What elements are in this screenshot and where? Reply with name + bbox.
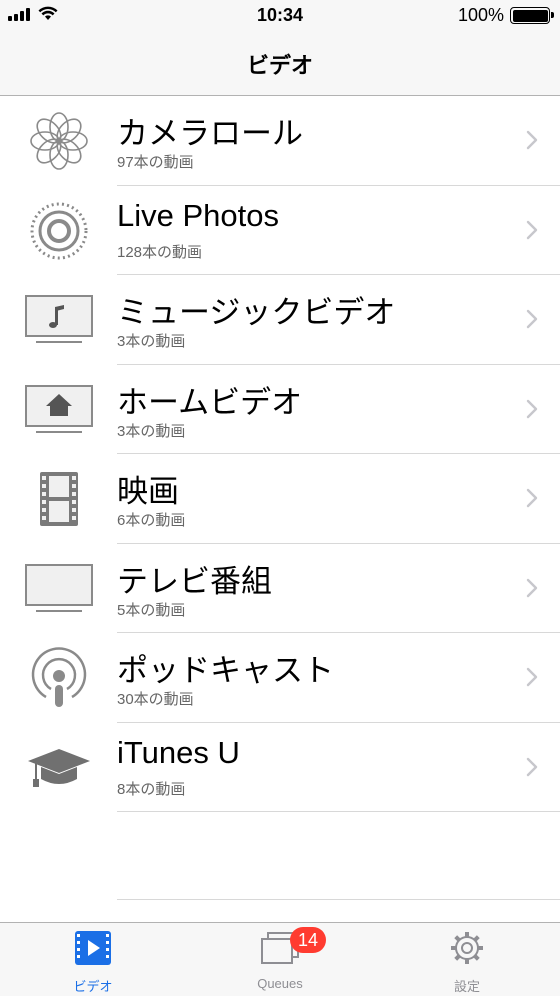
row-title: ミュージックビデオ — [117, 295, 396, 330]
row-count: 97本の動画 — [117, 154, 194, 171]
row-count: 128本の動画 — [117, 243, 203, 261]
tab-label: 設定 — [453, 979, 480, 994]
chevron-right-icon — [526, 309, 538, 329]
list-item-music-video[interactable]: ミュージックビデオ 3本の動画 — [0, 275, 560, 365]
battery-percentage: 100% — [457, 5, 504, 25]
queues-badge: 14 — [290, 927, 326, 953]
row-count: 5本の動画 — [117, 601, 186, 619]
chevron-right-icon — [526, 667, 538, 687]
row-title: テレビ番組 — [117, 563, 272, 599]
list-item-movies[interactable]: 映画 6本の動画 — [0, 454, 560, 544]
chevron-right-icon — [526, 130, 538, 150]
graduation-cap-icon — [22, 735, 96, 801]
row-title: カメラロール — [117, 116, 303, 151]
film-strip-icon — [22, 466, 96, 532]
list-item-podcasts[interactable]: ポッドキャスト 30本の動画 — [0, 633, 560, 723]
row-count: 6本の動画 — [117, 512, 186, 529]
tab-label: Queues — [257, 976, 303, 991]
live-photos-icon — [22, 198, 96, 264]
chevron-right-icon — [526, 399, 538, 418]
status-right: 100% — [457, 5, 554, 26]
row-count: 8本の動画 — [117, 780, 186, 798]
list-divider — [117, 899, 560, 900]
music-video-icon — [22, 287, 96, 353]
video-category-list: カメラロール 97本の動画 Live Photos 128本の動画 ミュージック… — [0, 96, 560, 812]
row-title: iTunes U — [117, 734, 240, 770]
row-title: Live Photos — [117, 197, 279, 233]
chevron-right-icon — [526, 220, 538, 239]
row-count: 30本の動画 — [117, 691, 194, 708]
tv-icon — [22, 556, 96, 622]
chevron-right-icon — [526, 757, 538, 776]
chevron-right-icon — [526, 578, 538, 597]
row-title: 映画 — [117, 474, 179, 509]
list-item-camera-roll[interactable]: カメラロール 97本の動画 — [0, 96, 560, 186]
chevron-right-icon — [526, 488, 538, 508]
tab-bar: ビデオ 14 Queues 設定 — [0, 922, 560, 996]
list-item-live-photos[interactable]: Live Photos 128本の動画 — [0, 186, 560, 276]
list-item-home-video[interactable]: ホームビデオ 3本の動画 — [0, 365, 560, 455]
row-count: 3本の動画 — [117, 422, 186, 440]
tab-videos[interactable]: ビデオ — [0, 923, 186, 997]
gear-icon — [374, 931, 560, 965]
list-item-itunes-u[interactable]: iTunes U 8本の動画 — [0, 723, 560, 813]
battery-icon — [510, 7, 554, 24]
podcast-icon — [22, 645, 96, 711]
navigation-bar: ビデオ — [0, 32, 560, 96]
video-play-icon — [0, 931, 186, 965]
row-title: ホームビデオ — [117, 384, 303, 420]
status-bar: 10:34 100% — [0, 0, 560, 32]
list-item-tv-shows[interactable]: テレビ番組 5本の動画 — [0, 544, 560, 634]
page-title: ビデオ — [246, 53, 313, 78]
row-count: 3本の動画 — [117, 333, 186, 350]
tab-queues[interactable]: 14 Queues — [187, 923, 373, 997]
photos-flower-icon — [22, 108, 96, 174]
queues-stack-icon — [187, 931, 373, 967]
tab-settings[interactable]: 設定 — [374, 923, 560, 997]
row-title: ポッドキャスト — [117, 653, 334, 688]
home-video-icon — [22, 377, 96, 443]
tab-label: ビデオ — [73, 979, 113, 994]
